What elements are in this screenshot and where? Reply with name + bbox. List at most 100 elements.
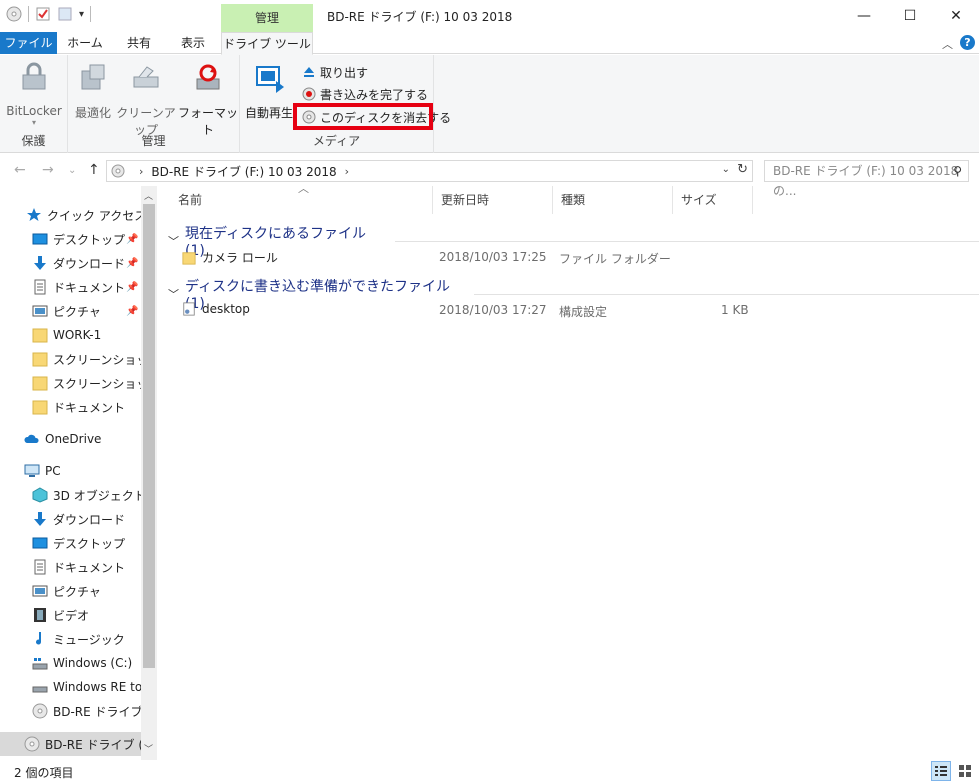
nav-item-label: BD-RE ドライブ (F:) xyxy=(45,737,141,752)
nav-item-pictures[interactable]: ピクチャ 📌 xyxy=(0,299,141,323)
maximize-button[interactable]: ☐ xyxy=(887,0,933,32)
forward-arrow-icon[interactable]: → xyxy=(42,162,54,178)
drive-icon xyxy=(32,686,48,693)
download-icon xyxy=(34,512,46,526)
properties-icon[interactable] xyxy=(35,6,51,22)
nav-item-documents[interactable]: ドキュメント xyxy=(0,555,141,579)
cube-icon xyxy=(32,487,48,503)
breadcrumb-separator-icon[interactable]: › xyxy=(345,165,349,178)
breadcrumb-separator-icon[interactable]: › xyxy=(139,165,143,178)
eject-label: 取り出す xyxy=(320,65,369,80)
recent-locations-icon[interactable]: ⌄ xyxy=(68,165,76,176)
search-input[interactable]: BD-RE ドライブ (F:) 10 03 2018の... ⚲ xyxy=(764,160,969,198)
nav-item-label: ダウンロード xyxy=(53,256,126,271)
scroll-down-icon[interactable]: ﹀ xyxy=(144,742,153,755)
video-icon xyxy=(34,608,46,622)
file-type: ファイル フォルダー xyxy=(559,252,671,266)
up-arrow-icon[interactable]: ↑ xyxy=(88,162,100,178)
autoplay-label: 自動再生 xyxy=(244,106,293,120)
nav-scrollbar[interactable]: ︿ ﹀ xyxy=(141,186,157,760)
optimize-button[interactable]: 最適化 xyxy=(72,61,114,121)
tab-home[interactable]: ホーム xyxy=(57,32,113,54)
scrollbar-thumb[interactable] xyxy=(143,204,155,668)
nav-item-desktop[interactable]: デスクトップ 📌 xyxy=(0,227,141,251)
help-icon[interactable]: ? xyxy=(960,35,975,50)
cloud-icon xyxy=(24,434,39,443)
nav-item-bd-re-drive[interactable]: BD-RE ドライブ (F: xyxy=(0,699,141,723)
nav-item-folder[interactable]: スクリーンショット xyxy=(0,371,141,395)
format-button[interactable]: フォーマット xyxy=(178,61,238,138)
nav-item-folder[interactable]: ドキュメント xyxy=(0,395,141,419)
minimize-button[interactable]: — xyxy=(841,0,887,32)
table-row[interactable]: カメラ ロール 2018/10/03 17:25 ファイル フォルダー xyxy=(176,246,756,268)
cleanup-button[interactable]: クリーンアップ xyxy=(114,61,178,138)
folder-icon xyxy=(32,400,48,415)
nav-item-documents[interactable]: ドキュメント 📌 xyxy=(0,275,141,299)
refresh-icon[interactable]: ↻ xyxy=(737,162,748,177)
tab-view[interactable]: 表示 xyxy=(165,32,221,54)
tab-drive-tools[interactable]: ドライブ ツール xyxy=(221,32,313,55)
column-header-name[interactable]: 名前 xyxy=(170,186,433,214)
nav-item-desktop[interactable]: デスクトップ xyxy=(0,531,141,555)
collapse-ribbon-icon[interactable]: ︿ xyxy=(942,36,953,52)
details-view-icon[interactable] xyxy=(931,761,951,781)
nav-item-onedrive[interactable]: OneDrive xyxy=(0,427,141,451)
star-icon xyxy=(27,208,41,221)
nav-item-label: 3D オブジェクト xyxy=(53,488,141,503)
finish-burning-button[interactable]: 書き込みを完了する xyxy=(302,84,428,104)
autoplay-button[interactable]: 自動再生 xyxy=(244,61,294,121)
picture-icon xyxy=(32,305,48,317)
nav-item-quick-access[interactable]: クイック アクセス xyxy=(0,203,141,227)
column-header-size[interactable]: サイズ xyxy=(673,186,753,214)
breadcrumb-item[interactable]: BD-RE ドライブ (F:) 10 03 2018 xyxy=(151,163,336,180)
nav-item-videos[interactable]: ビデオ xyxy=(0,603,141,627)
close-button[interactable]: ✕ xyxy=(933,0,979,32)
tab-share[interactable]: 共有 xyxy=(113,32,165,54)
nav-item-folder[interactable]: スクリーンショット xyxy=(0,347,141,371)
ribbon-tabs: ファイル ホーム 共有 表示 ドライブ ツール ︿ ? xyxy=(0,32,979,55)
nav-item-label: デスクトップ xyxy=(53,536,126,551)
nav-item-label: PC xyxy=(45,464,61,478)
separator xyxy=(90,6,92,22)
nav-item-drive-re-tools[interactable]: Windows RE tools xyxy=(0,675,141,699)
column-header-modified[interactable]: 更新日時 xyxy=(433,186,553,214)
large-icons-view-icon[interactable] xyxy=(955,761,975,781)
nav-item-folder[interactable]: WORK-1 xyxy=(0,323,141,347)
nav-item-pictures[interactable]: ピクチャ xyxy=(0,579,141,603)
optimize-label: 最適化 xyxy=(74,106,111,120)
back-arrow-icon[interactable]: ← xyxy=(14,162,26,178)
column-header-type[interactable]: 種類 xyxy=(553,186,673,214)
picture-icon xyxy=(32,585,48,597)
customize-qat-icon[interactable]: ▾ xyxy=(79,9,84,20)
nav-item-label: ドキュメント xyxy=(53,400,126,415)
scroll-up-icon[interactable]: ︿ xyxy=(144,189,153,202)
nav-item-downloads[interactable]: ダウンロード xyxy=(0,507,141,531)
bitlocker-button[interactable]: BitLocker ▾ xyxy=(6,61,62,127)
disc-icon[interactable] xyxy=(6,6,22,22)
nav-item-bd-re-drive-selected[interactable]: BD-RE ドライブ (F:) xyxy=(0,732,141,756)
desktop-icon xyxy=(32,233,48,245)
ribbon: BitLocker ▾ 保護 最適化 クリーンアップ フォーマット 管理 自動再… xyxy=(0,55,979,153)
nav-item-label: WORK-1 xyxy=(53,328,102,342)
optimize-icon xyxy=(81,64,105,90)
address-dropdown-icon[interactable]: ⌄ xyxy=(722,164,730,175)
pin-icon: 📌 xyxy=(126,281,139,293)
tab-file[interactable]: ファイル xyxy=(0,32,57,54)
nav-item-drive-c[interactable]: Windows (C:) xyxy=(0,651,141,675)
eject-button[interactable]: 取り出す xyxy=(302,62,368,82)
nav-item-music[interactable]: ミュージック xyxy=(0,627,141,651)
nav-item-pc[interactable]: PC xyxy=(0,459,141,483)
nav-item-3d-objects[interactable]: 3D オブジェクト xyxy=(0,483,141,507)
address-bar[interactable]: › BD-RE ドライブ (F:) 10 03 2018 › ⌄ ↻ xyxy=(106,160,753,182)
new-folder-icon[interactable] xyxy=(57,6,73,22)
folder-icon xyxy=(32,328,48,343)
divider xyxy=(394,240,979,242)
eject-icon xyxy=(304,67,314,77)
format-icon xyxy=(196,64,220,90)
nav-item-downloads[interactable]: ダウンロード 📌 xyxy=(0,251,141,275)
window-title: BD-RE ドライブ (F:) 10 03 2018 xyxy=(327,10,513,24)
autoplay-icon xyxy=(256,66,284,93)
nav-item-label: OneDrive xyxy=(45,432,102,446)
table-row[interactable]: desktop 2018/10/03 17:27 構成設定 1 KB xyxy=(176,299,756,321)
group-label-manage: 管理 xyxy=(141,134,166,148)
